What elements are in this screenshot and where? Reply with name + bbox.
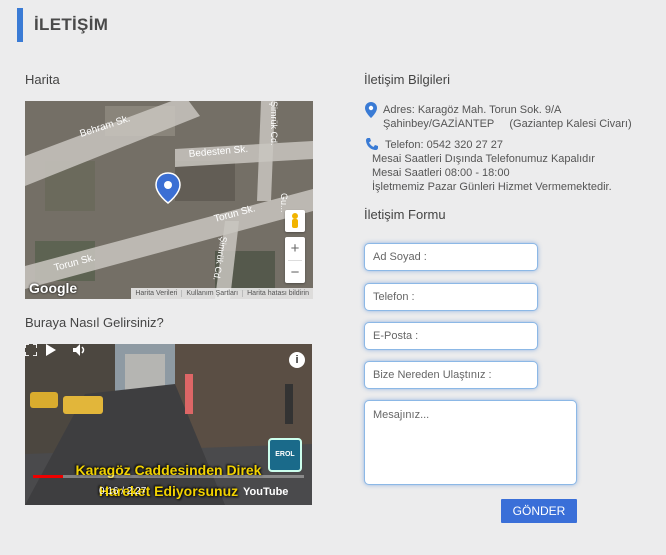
fullscreen-icon[interactable] [25, 344, 37, 356]
video-frame [25, 344, 312, 505]
map-satellite-view: Behram Sk. Bedesten Sk. Torun Sk. Torun … [25, 101, 313, 299]
phone-icon [366, 138, 378, 150]
contact-info-title: İletişim Bilgileri [364, 72, 450, 87]
hours-note-line1: Mesai Saatleri Dışında Telefonumuz Kapal… [372, 153, 595, 165]
hours-note-line2: Mesai Saatleri 08:00 - 18:00 [372, 167, 510, 179]
terms-link[interactable]: Kullanım Şartları [181, 290, 242, 297]
youtube-video-player[interactable]: i EROL Karagöz Caddesinden Direk Hareket… [25, 344, 312, 505]
source-field[interactable]: Bize Nereden Ulaştınız : [364, 361, 538, 389]
video-progress-fill [33, 475, 63, 478]
video-time: 0:16 / 2:27 [99, 486, 147, 497]
youtube-logo[interactable]: YouTube [243, 486, 288, 498]
play-icon[interactable] [45, 344, 57, 356]
map-embed[interactable]: Behram Sk. Bedesten Sk. Torun Sk. Torun … [25, 101, 313, 299]
name-field[interactable]: Ad Soyad : [364, 243, 538, 271]
email-field[interactable]: E-Posta : [364, 322, 538, 350]
hours-note-line3: İşletmemiz Pazar Günleri Hizmet Vermemek… [372, 181, 612, 193]
map-section-title: Harita [25, 72, 60, 87]
map-marker-icon [365, 102, 377, 118]
volume-icon[interactable] [73, 344, 87, 356]
address-line1: Adres: Karagöz Mah. Torun Sok. 9/A [383, 104, 562, 116]
page-header: İLETİŞİM [0, 0, 666, 50]
report-error-link[interactable]: Harita hatası bildirin [242, 290, 313, 297]
message-field[interactable]: Mesajınız... [364, 400, 577, 485]
map-footer-links: Harita Verileri Kullanım Şartları Harita… [131, 288, 313, 299]
page-title: İLETİŞİM [34, 15, 109, 34]
map-street-label: Şimrük Cd. [269, 101, 279, 146]
phone-field[interactable]: Telefon : [364, 283, 538, 311]
video-info-icon[interactable]: i [289, 352, 305, 368]
map-data-link[interactable]: Harita Verileri [131, 290, 181, 297]
video-progress-bar[interactable] [33, 475, 304, 478]
zoom-in-button[interactable]: + [285, 237, 305, 260]
map-zoom-controls: + − [285, 237, 305, 283]
zoom-out-button[interactable]: − [285, 261, 305, 284]
contact-form-title: İletişim Formu [364, 207, 446, 222]
google-logo: Google [29, 280, 78, 296]
directions-section-title: Buraya Nasıl Gelirsiniz? [25, 315, 164, 330]
phone-number: Telefon: 0542 320 27 27 [385, 139, 504, 151]
submit-button[interactable]: GÖNDER [501, 499, 577, 523]
street-view-pegman-icon[interactable] [285, 210, 305, 232]
address-line2: Şahinbey/GAZİANTEP (Gaziantep Kalesi Civ… [383, 118, 632, 130]
header-accent-bar [17, 8, 23, 42]
